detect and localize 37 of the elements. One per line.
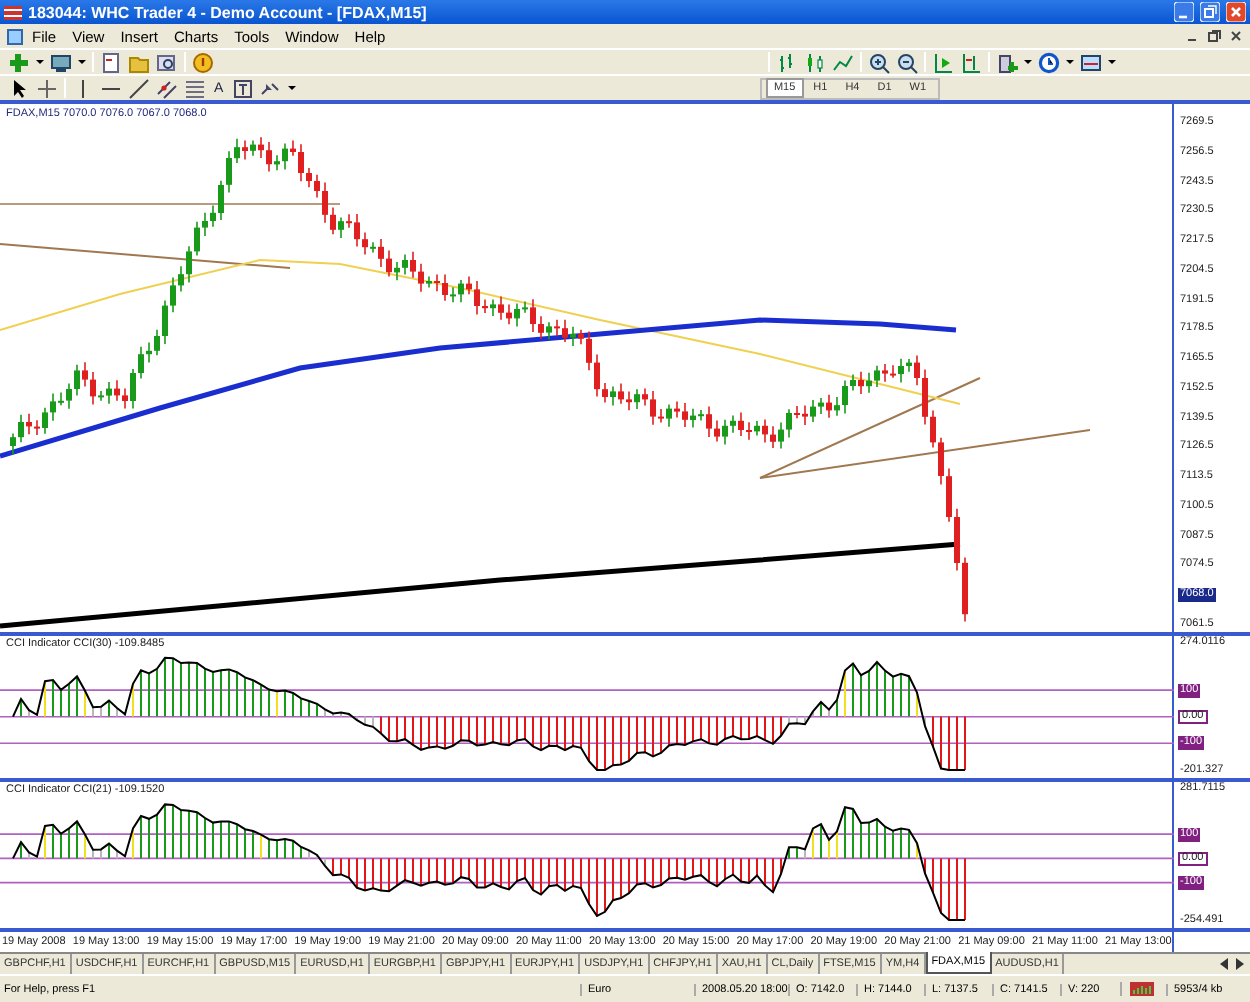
restore-icon[interactable] bbox=[1206, 28, 1222, 44]
zoom-in-icon[interactable] bbox=[868, 51, 890, 73]
line-chart-icon[interactable] bbox=[832, 51, 854, 73]
caret-icon[interactable] bbox=[287, 86, 296, 90]
close-icon[interactable] bbox=[1228, 28, 1244, 44]
fibonacci-icon[interactable] bbox=[184, 77, 206, 99]
magnifier-icon[interactable] bbox=[156, 51, 178, 73]
scroll-right-icon[interactable] bbox=[1234, 956, 1246, 972]
clock-icon[interactable] bbox=[1038, 51, 1060, 73]
monitor-icon[interactable] bbox=[50, 51, 72, 73]
indicator-icon[interactable] bbox=[996, 51, 1018, 73]
caret-icon[interactable] bbox=[1024, 60, 1032, 64]
text-label-icon[interactable] bbox=[231, 77, 254, 99]
trend-line-icon[interactable] bbox=[128, 77, 150, 99]
channel-icon[interactable] bbox=[156, 77, 178, 99]
zoom-out-icon[interactable] bbox=[896, 51, 918, 73]
arrows-icon[interactable] bbox=[259, 77, 282, 99]
crosshair-icon[interactable] bbox=[36, 77, 58, 99]
caret-icon[interactable] bbox=[36, 60, 44, 64]
lightbulb-icon[interactable] bbox=[192, 51, 214, 73]
bar-chart-icon[interactable] bbox=[776, 51, 798, 73]
window-title: 183044: WHC Trader 4 - Demo Account - [FDAX,M15] bbox=[28, 3, 429, 21]
caret-icon[interactable] bbox=[1066, 60, 1074, 64]
minimize-icon[interactable] bbox=[1174, 2, 1194, 22]
scroll-left-icon[interactable] bbox=[1218, 956, 1230, 972]
caret-icon[interactable] bbox=[78, 60, 86, 64]
connection-icon bbox=[1130, 982, 1154, 996]
candlestick-icon[interactable] bbox=[804, 51, 826, 73]
app-icon bbox=[4, 3, 22, 21]
caret-icon[interactable] bbox=[1108, 60, 1116, 64]
chart-shift-icon[interactable] bbox=[960, 51, 982, 73]
document-icon[interactable] bbox=[100, 51, 122, 73]
template-icon[interactable] bbox=[1080, 51, 1102, 73]
chart-window-icon bbox=[6, 27, 24, 45]
cursor-icon[interactable] bbox=[8, 77, 30, 99]
autoscroll-icon[interactable] bbox=[932, 51, 954, 73]
restore-icon[interactable] bbox=[1200, 2, 1220, 22]
